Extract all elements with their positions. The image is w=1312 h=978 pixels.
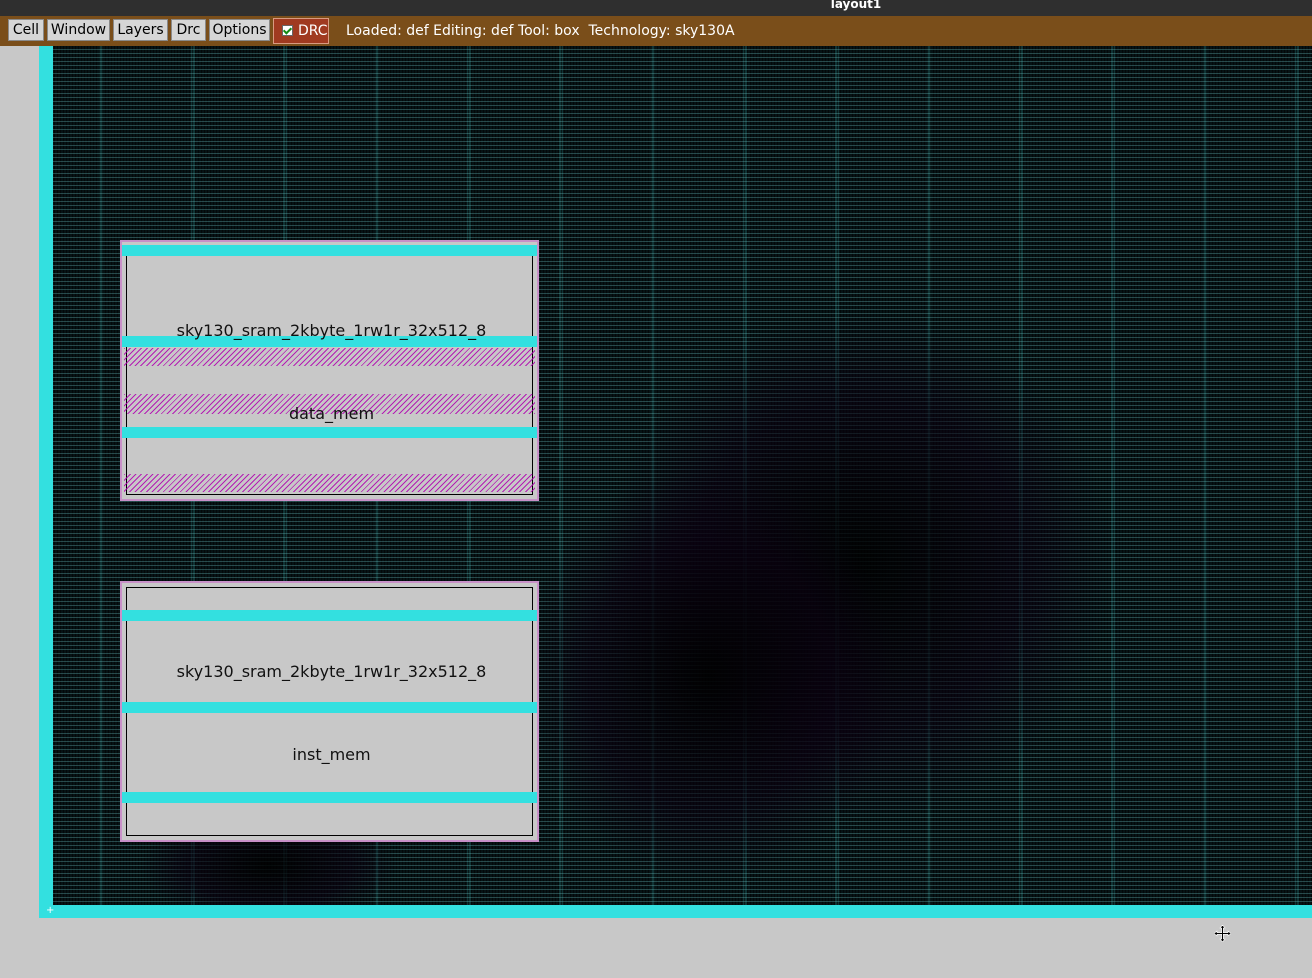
macro-instance-name: data_mem (288, 404, 375, 423)
power-strap (122, 610, 537, 621)
metal-hatch (124, 348, 535, 366)
drc-toggle-label: DRC (298, 23, 328, 39)
die-boundary-bottom (39, 905, 1312, 918)
checkmark-icon (282, 25, 293, 36)
macro-inner-boundary (126, 246, 533, 495)
macro-inst-mem[interactable]: sky130_sram_2kbyte_1rw1r_32x512_8 inst_m… (120, 581, 539, 842)
dense-routing-region-2 (519, 466, 899, 886)
window-titlebar: layout1 (0, 0, 1312, 16)
window-title: layout1 (830, 0, 882, 11)
drc-toggle-button[interactable]: DRC (273, 18, 329, 44)
macro-cell-name: sky130_sram_2kbyte_1rw1r_32x512_8 (176, 662, 487, 681)
origin-marker: + (46, 905, 55, 916)
menu-window[interactable]: Window (47, 19, 110, 41)
power-strap (122, 245, 537, 256)
power-strap (122, 702, 537, 713)
status-text: Loaded: def Editing: def Tool: box Techn… (346, 23, 735, 39)
power-strap (122, 792, 537, 803)
menu-bar: Cell Window Layers Drc Options DRC Loade… (0, 16, 1312, 46)
macro-instance-name: inst_mem (292, 745, 371, 764)
menu-layers[interactable]: Layers (113, 19, 168, 41)
power-strap (122, 427, 537, 438)
menu-drc[interactable]: Drc (171, 19, 206, 41)
left-margin (0, 46, 39, 978)
die-boundary-left (39, 46, 53, 918)
metal-hatch (124, 474, 535, 492)
macro-cell-name: sky130_sram_2kbyte_1rw1r_32x512_8 (176, 321, 487, 340)
menu-options[interactable]: Options (209, 19, 270, 41)
macro-data-mem[interactable]: sky130_sram_2kbyte_1rw1r_32x512_8 data_m… (120, 240, 539, 501)
move-cursor-icon (1214, 925, 1231, 942)
menu-cell[interactable]: Cell (8, 19, 44, 41)
